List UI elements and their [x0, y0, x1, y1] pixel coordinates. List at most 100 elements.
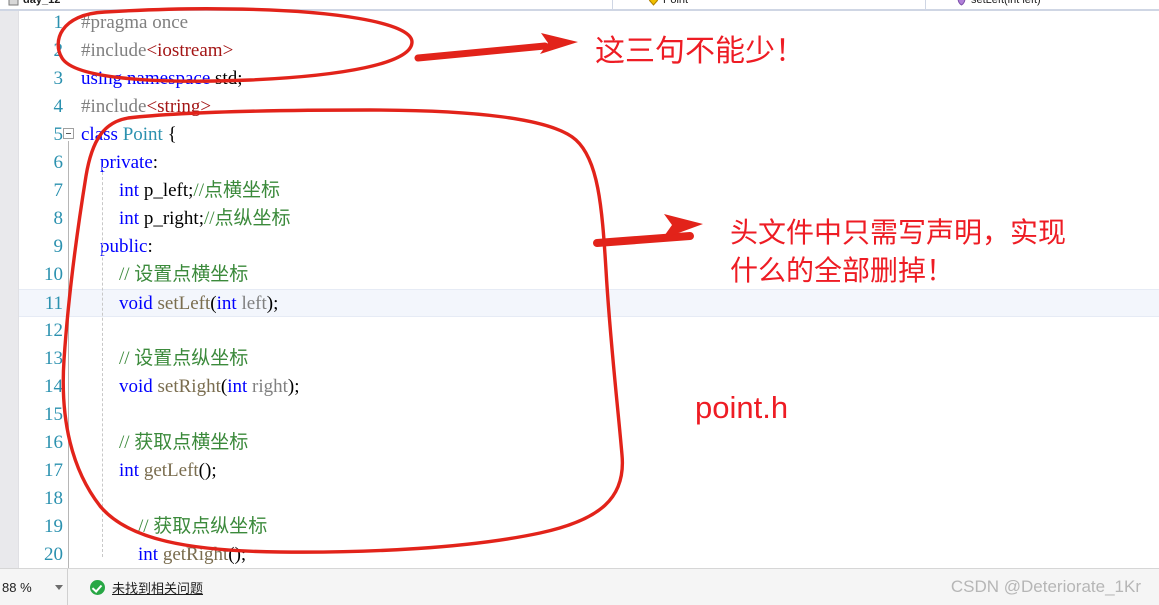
code-token: // 获取点纵坐标 [138, 516, 268, 537]
code-line-text: public: [81, 233, 153, 261]
tab-setleft[interactable]: setLeft(int left) [948, 0, 1049, 9]
code-token: int [119, 180, 140, 201]
line-number: 11 [44, 293, 63, 314]
error-status-label: 未找到相关问题 [112, 580, 204, 596]
line-number: 6 [53, 152, 64, 173]
line-number: 18 [44, 488, 63, 509]
code-line-text: // 获取点纵坐标 [81, 513, 267, 541]
tab-day-12[interactable]: day_12 [0, 0, 69, 9]
error-list-status[interactable]: 未找到相关问题 [90, 578, 203, 597]
code-token: class [81, 124, 118, 145]
code-line[interactable]: 6 private: [19, 149, 1159, 177]
code-token: std; [210, 68, 243, 89]
code-token: getLeft [143, 460, 199, 481]
line-number: 13 [44, 348, 63, 369]
annotation-note-mid: 头文件中只需写声明，实现 什么的全部删掉！ [730, 216, 1067, 287]
code-line[interactable]: 14 void setRight(int right); [19, 373, 1159, 401]
zoom-level-value: 88 % [2, 579, 32, 595]
line-number: 15 [44, 404, 63, 425]
line-number: 5 [53, 124, 64, 145]
code-token: p_right; [139, 208, 204, 229]
code-fold-toggle[interactable] [63, 128, 74, 139]
code-line[interactable]: 19 // 获取点纵坐标 [19, 513, 1159, 541]
code-line[interactable]: 7 int p_left;//点横坐标 [19, 177, 1159, 205]
code-line-text: // 获取点横坐标 [81, 429, 248, 457]
tab-divider [612, 0, 613, 9]
line-number: 9 [53, 236, 64, 257]
code-line[interactable]: 20 int getRight(); [19, 541, 1159, 568]
code-token: void [119, 293, 153, 314]
code-token: int [227, 376, 248, 397]
method-icon [956, 0, 967, 6]
code-fold-guide [68, 141, 69, 568]
code-token: // 设置点纵坐标 [119, 348, 249, 369]
code-line[interactable]: 2 #include<iostream> [19, 37, 1159, 65]
code-token: setLeft [157, 293, 211, 314]
line-number: 17 [44, 460, 63, 481]
line-number: 1 [53, 12, 64, 33]
code-token: : [152, 152, 159, 173]
code-line[interactable]: 11 void setLeft(int left); [19, 289, 1159, 317]
breakpoint-margin[interactable] [0, 9, 19, 568]
code-line-text: private: [81, 149, 158, 177]
code-token: (); [198, 460, 217, 481]
code-token: // 获取点横坐标 [119, 432, 249, 453]
line-number: 20 [44, 544, 63, 565]
code-token: private [100, 152, 153, 173]
code-line-text: #include<iostream> [81, 37, 233, 65]
code-token: { [162, 124, 177, 145]
code-token: int [119, 460, 140, 481]
code-token: ); [287, 376, 300, 397]
tab-label: day_12 [23, 0, 61, 6]
editor-tab-strip: day_12 Point setLeft(int left) [0, 0, 1159, 11]
code-line-text: // 设置点纵坐标 [81, 345, 248, 373]
line-number: 3 [53, 68, 64, 89]
code-token: int [119, 208, 140, 229]
code-token: using namespace [81, 68, 211, 89]
annotation-note-top: 这三句不能少！ [595, 34, 805, 69]
line-number: 4 [53, 96, 64, 117]
line-number: 19 [44, 516, 63, 537]
code-line-text: void setLeft(int left); [81, 290, 278, 318]
csdn-watermark: CSDN @Deteriorate_1Kr [950, 577, 1141, 596]
code-token: <string> [146, 96, 212, 117]
code-line[interactable]: 18 [19, 485, 1159, 513]
line-number: 16 [44, 432, 63, 453]
zoom-level-selector[interactable]: 88 % [0, 569, 68, 605]
line-number: 10 [44, 264, 63, 285]
code-token: getRight [162, 544, 229, 565]
code-line[interactable]: 3 using namespace std; [19, 65, 1159, 93]
code-token: public [100, 236, 148, 257]
tab-divider [925, 0, 926, 9]
code-token: int [138, 544, 159, 565]
code-line-text: int p_right;//点纵坐标 [81, 205, 291, 233]
code-line-text: using namespace std; [81, 65, 242, 93]
code-token: <iostream> [146, 40, 234, 61]
status-bar: 88 % 未找到相关问题 CSDN @Deteriorate_1Kr [0, 568, 1159, 605]
code-line[interactable]: 16 // 获取点横坐标 [19, 429, 1159, 457]
code-token: //点纵坐标 [203, 208, 291, 229]
code-line-text: class Point { [81, 121, 177, 149]
code-line[interactable]: 4 #include<string> [19, 93, 1159, 121]
code-line[interactable]: 5 class Point { [19, 121, 1159, 149]
code-token: : [147, 236, 153, 257]
code-line-text: #include<string> [81, 93, 211, 121]
line-number: 14 [44, 376, 63, 397]
code-line[interactable]: 17 int getLeft(); [19, 457, 1159, 485]
document-icon [8, 0, 19, 6]
code-line[interactable]: 1 #pragma once [19, 9, 1159, 37]
class-icon [648, 0, 659, 6]
code-line-text: int getRight(); [81, 541, 246, 568]
code-token: p_left; [139, 180, 194, 201]
code-token: (); [228, 544, 247, 565]
code-line[interactable]: 13 // 设置点纵坐标 [19, 345, 1159, 373]
code-line-text: #pragma once [81, 9, 188, 37]
code-token: //点横坐标 [193, 180, 280, 201]
tab-point[interactable]: Point [640, 0, 697, 9]
code-token: right [252, 376, 288, 397]
code-line[interactable]: 15 [19, 401, 1159, 429]
code-token: left [241, 293, 267, 314]
code-line-text: int p_left;//点横坐标 [81, 177, 280, 205]
chevron-down-icon[interactable] [55, 584, 63, 590]
code-line[interactable]: 12 [19, 317, 1159, 345]
